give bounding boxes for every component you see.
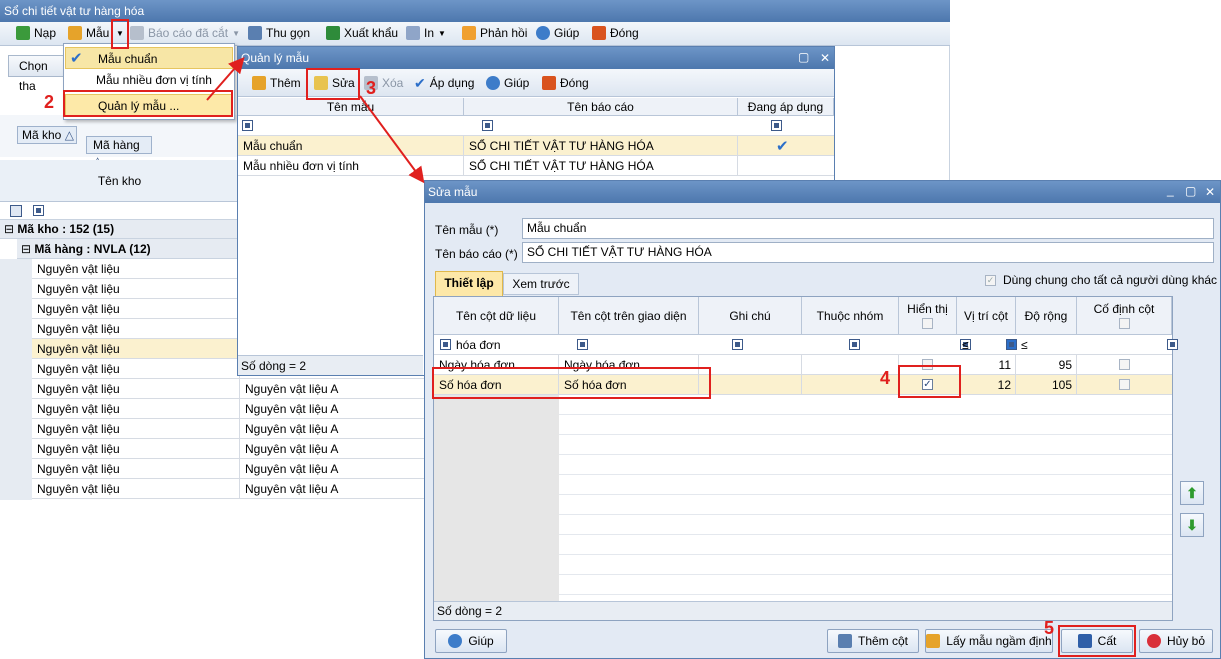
arrow-to-edit bbox=[359, 95, 425, 184]
arrow-to-manage bbox=[206, 56, 245, 101]
annotation-arrows bbox=[206, 56, 425, 184]
